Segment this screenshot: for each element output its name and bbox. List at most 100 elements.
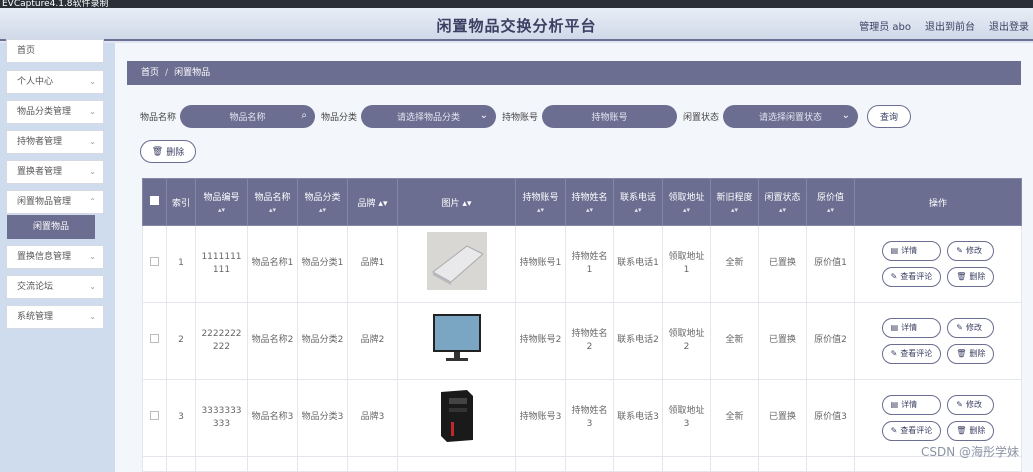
select-placeholder: 请选择物品分类 [397, 112, 461, 123]
cell-status: 已置换 [758, 302, 807, 380]
sort-icon: ▴▾ [634, 206, 642, 214]
status-select[interactable]: 请选择闲置状态 ⌄ [723, 104, 859, 128]
sort-icon: ▴▾ [536, 206, 545, 214]
col-account[interactable]: 持物账号 ▴▾ [515, 178, 566, 226]
sort-icon: ▴▾ [730, 206, 739, 214]
delete-row-button[interactable]: 🗑 删除 [947, 344, 995, 364]
delete-row-button[interactable]: 🗑 删除 [947, 421, 995, 441]
trash-icon: 🗑 [956, 426, 967, 435]
chevron-down-icon: ⌄ [841, 109, 851, 121]
header-label: 持物账号 [522, 193, 559, 203]
sidebar-item-system-mgmt[interactable]: 系统管理 ⌄ [6, 305, 104, 329]
header-label: 原价值 [816, 193, 844, 203]
header-label: 品牌 [357, 198, 376, 209]
account-search-input[interactable]: 持物账号 [542, 104, 678, 128]
col-code[interactable]: 物品编号 ▴▾ [195, 178, 248, 226]
table-row: 1 1111111111 物品名称1 物品分类1 品牌1 持物账号1 持物姓名1 联系电话1 领… [142, 225, 1022, 303]
edit-button[interactable]: ✎ 修改 [947, 395, 995, 415]
cell-name: 物品名称3 [247, 379, 298, 457]
col-category[interactable]: 物品分类 ▴▾ [297, 178, 348, 226]
cell-brand: 品牌2 [347, 302, 398, 380]
edit-button[interactable]: ✎ 修改 [947, 318, 995, 338]
pencil-icon: ✎ [890, 426, 898, 435]
button-label: 修改 [965, 246, 982, 255]
sidebar-item-home[interactable]: 首页 [6, 39, 104, 63]
row-checkbox[interactable] [142, 302, 167, 380]
query-button[interactable]: 查询 [867, 104, 912, 128]
table-cell [247, 456, 298, 472]
document-icon: ▤ [890, 400, 899, 409]
name-search-input[interactable]: 物品名称 ⌕ [180, 104, 316, 128]
sidebar-item-label: 置换者管理 [17, 167, 63, 177]
col-brand[interactable]: 品牌 ▴▾ [347, 178, 398, 226]
logout-link[interactable]: 退出登录 [989, 18, 1029, 33]
row-checkbox[interactable] [142, 456, 167, 472]
detail-button[interactable]: ▤ 详情 [881, 395, 942, 415]
sort-icon: ▴▾ [318, 206, 327, 214]
document-icon: ▤ [890, 246, 899, 255]
sidebar-item-category-mgmt[interactable]: 物品分类管理 ⌄ [6, 100, 104, 124]
detail-button[interactable]: ▤ 详情 [881, 318, 942, 338]
pencil-icon: ✎ [890, 272, 898, 281]
batch-delete-button[interactable]: 🗑 删除 [140, 140, 196, 163]
view-comments-button[interactable]: ✎ 查看评论 [881, 267, 942, 287]
back-to-front-link[interactable]: 退出到前台 [925, 18, 975, 33]
view-comments-button[interactable]: ✎ 查看评论 [881, 421, 942, 441]
cell-name: 物品名称1 [247, 225, 298, 303]
header-label: 图片 [441, 198, 460, 209]
sidebar-item-exchange-info-mgmt[interactable]: 置换信息管理 ⌄ [6, 245, 104, 269]
sidebar-item-holder-mgmt[interactable]: 持物者管理 ⌄ [6, 130, 104, 154]
row-checkbox[interactable] [142, 379, 167, 457]
cell-phone: 联系电话1 [613, 225, 663, 303]
sidebar-item-forum[interactable]: 交流论坛 ⌄ [6, 275, 104, 299]
col-name[interactable]: 物品名称 ▴▾ [247, 178, 298, 226]
pencil-icon: ✎ [956, 400, 963, 409]
col-value[interactable]: 原价值 ▴▾ [806, 178, 855, 226]
sidebar-item-exchanger-mgmt[interactable]: 置换者管理 ⌄ [6, 160, 104, 184]
col-condition[interactable]: 新旧程度 ▴▾ [710, 178, 759, 226]
header-label: 闲置状态 [764, 193, 801, 203]
sort-icon: ▴▾ [462, 198, 472, 209]
cell-status: 已置换 [758, 225, 807, 303]
col-phone[interactable]: 联系电话 ▴▾ [613, 178, 663, 226]
table-cell [347, 456, 398, 472]
col-address[interactable]: 领取地址 ▴▾ [662, 178, 711, 226]
detail-button[interactable]: ▤ 详情 [881, 241, 942, 261]
col-status[interactable]: 闲置状态 ▴▾ [758, 178, 807, 226]
select-all-checkbox[interactable] [142, 178, 167, 226]
view-comments-button[interactable]: ✎ 查看评论 [881, 344, 942, 364]
table-cell [195, 456, 248, 472]
delete-row-button[interactable]: 🗑 删除 [947, 267, 995, 287]
pencil-icon: ✎ [956, 323, 963, 332]
sidebar-item-personal-center[interactable]: 个人中心 ⌄ [6, 70, 104, 94]
breadcrumb: 首页 / 闲置物品 [127, 61, 1021, 85]
button-label: 查看评论 [900, 272, 933, 281]
button-label: 修改 [965, 400, 982, 409]
sidebar-subitem-idle-goods[interactable]: 闲置物品 [7, 215, 95, 239]
trash-icon: 🗑 [151, 146, 164, 157]
admin-user-link[interactable]: 管理员 abo [859, 18, 911, 33]
col-holder[interactable]: 持物姓名 ▴▾ [565, 178, 614, 226]
breadcrumb-home[interactable]: 首页 [141, 68, 159, 78]
chevron-down-icon: ⌄ [89, 107, 96, 116]
col-actions: 操作 [854, 178, 1022, 226]
pc-tower-image [426, 386, 487, 445]
sidebar-item-idle-goods-mgmt[interactable]: 闲置物品管理 ⌃ [6, 190, 104, 214]
sort-icon: ▴▾ [585, 206, 594, 214]
col-image[interactable]: 图片 ▴▾ [397, 178, 516, 226]
cell-phone: 联系电话2 [613, 302, 663, 380]
breadcrumb-current: 闲置物品 [174, 68, 211, 78]
cell-holder: 持物姓名2 [565, 302, 614, 380]
edit-button[interactable]: ✎ 修改 [947, 241, 995, 261]
cell-category: 物品分类3 [297, 379, 348, 457]
category-select[interactable]: 请选择物品分类 ⌄ [361, 104, 497, 128]
search-icon: ⌕ [301, 109, 308, 121]
col-index: 索引 [166, 178, 196, 226]
trash-icon: 🗑 [956, 272, 967, 281]
header-label: 物品名称 [254, 193, 291, 203]
row-checkbox[interactable] [142, 225, 167, 303]
cell-condition: 全新 [710, 379, 759, 457]
cell-index: 3 [166, 379, 196, 457]
chevron-down-icon: ⌄ [89, 312, 96, 321]
cell-name: 物品名称2 [247, 302, 298, 380]
